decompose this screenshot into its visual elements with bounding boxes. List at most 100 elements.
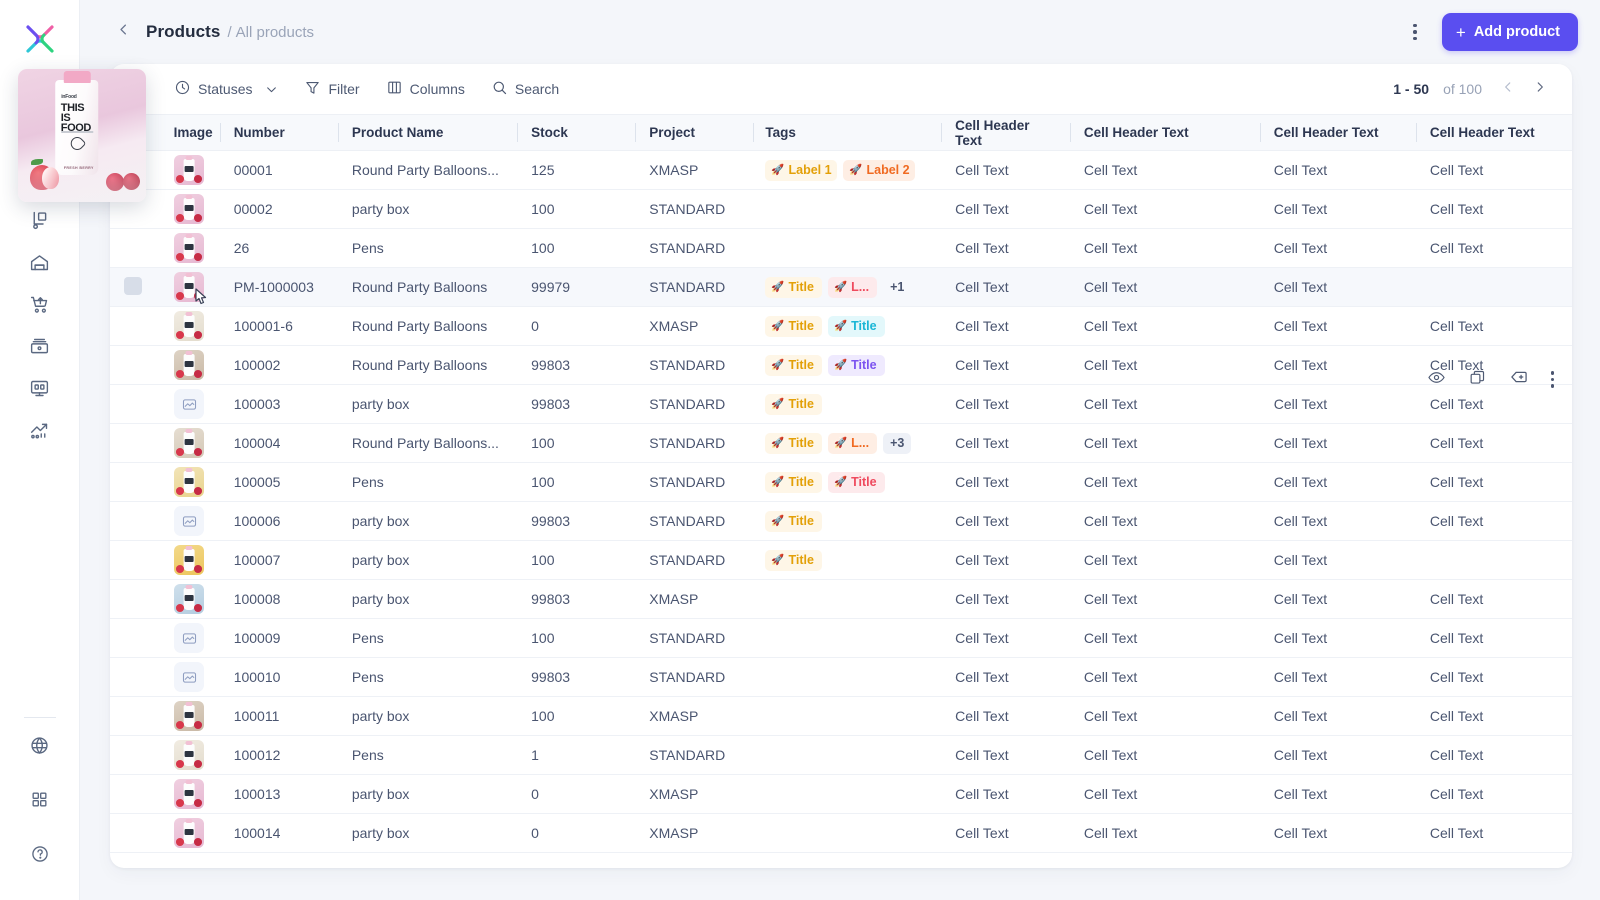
- row-image-cell[interactable]: [159, 736, 220, 775]
- tag-chip[interactable]: 🚀Label 1: [765, 160, 837, 181]
- row-image-cell[interactable]: [159, 541, 220, 580]
- header-cell-4[interactable]: Cell Header Text: [1416, 115, 1572, 151]
- row-tags-cell[interactable]: [753, 775, 941, 814]
- product-thumbnail[interactable]: [174, 194, 204, 224]
- pagination-prev-button[interactable]: [1494, 75, 1522, 103]
- sidebar-item-payments[interactable]: [20, 329, 60, 369]
- row-select-cell[interactable]: [110, 463, 159, 502]
- table-row[interactable]: 100004Round Party Balloons...100STANDARD…: [110, 424, 1572, 463]
- row-select-cell[interactable]: [110, 541, 159, 580]
- table-row[interactable]: 100005Pens100STANDARD🚀Title🚀TitleCell Te…: [110, 463, 1572, 502]
- table-row[interactable]: 100011party box100XMASPCell TextCell Tex…: [110, 697, 1572, 736]
- row-tags-cell[interactable]: [753, 229, 941, 268]
- sidebar-item-warehouse[interactable]: [20, 245, 60, 285]
- tag-chip[interactable]: 🚀Title: [765, 277, 822, 298]
- row-select-cell[interactable]: [110, 307, 159, 346]
- table-row[interactable]: 26Pens100STANDARDCell TextCell TextCell …: [110, 229, 1572, 268]
- header-number[interactable]: Number: [220, 115, 338, 151]
- product-thumbnail[interactable]: [174, 311, 204, 341]
- row-tags-cell[interactable]: 🚀Label 1🚀Label 2: [753, 151, 941, 190]
- row-image-cell[interactable]: [159, 580, 220, 619]
- product-thumbnail[interactable]: [174, 155, 204, 185]
- tags-overflow-count[interactable]: +3: [883, 433, 911, 454]
- row-tags-cell[interactable]: [753, 814, 941, 853]
- tags-overflow-count[interactable]: +1: [883, 277, 911, 298]
- row-image-cell[interactable]: [159, 151, 220, 190]
- tag-chip[interactable]: 🚀Title: [765, 550, 822, 571]
- table-row[interactable]: 00001Round Party Balloons...125XMASP🚀Lab…: [110, 151, 1572, 190]
- pagination-next-button[interactable]: [1526, 75, 1554, 103]
- row-checkbox[interactable]: [124, 277, 142, 295]
- copy-icon[interactable]: [1468, 368, 1487, 392]
- table-row[interactable]: PM-1000003Round Party Balloons99979STAND…: [110, 268, 1572, 307]
- row-image-cell[interactable]: [159, 814, 220, 853]
- statuses-dropdown[interactable]: Statuses: [164, 73, 288, 105]
- tag-chip[interactable]: 🚀Title: [828, 472, 885, 493]
- row-select-cell[interactable]: [110, 580, 159, 619]
- row-tags-cell[interactable]: 🚀Title: [753, 541, 941, 580]
- row-tags-cell[interactable]: 🚀Title 🚀Title: [753, 346, 941, 385]
- product-thumbnail[interactable]: [174, 779, 204, 809]
- header-cell-3[interactable]: Cell Header Text: [1260, 115, 1416, 151]
- header-tags[interactable]: Tags: [753, 115, 941, 151]
- tag-chip[interactable]: 🚀L...: [828, 277, 877, 298]
- header-cell-1[interactable]: Cell Header Text: [941, 115, 1070, 151]
- table-row[interactable]: 100008party box99803XMASPCell TextCell T…: [110, 580, 1572, 619]
- row-select-cell[interactable]: [110, 658, 159, 697]
- sidebar-item-apps[interactable]: [20, 782, 60, 822]
- row-tags-cell[interactable]: [753, 190, 941, 229]
- tag-chip[interactable]: 🚀Title: [765, 355, 822, 376]
- row-image-cell[interactable]: [159, 775, 220, 814]
- row-image-cell[interactable]: [159, 658, 220, 697]
- product-thumbnail[interactable]: [174, 350, 204, 380]
- header-image[interactable]: Image: [159, 115, 220, 151]
- row-image-cell[interactable]: [159, 229, 220, 268]
- row-image-cell[interactable]: [159, 463, 220, 502]
- row-image-cell[interactable]: [159, 619, 220, 658]
- table-row[interactable]: 100010Pens99803STANDARDCell TextCell Tex…: [110, 658, 1572, 697]
- product-thumbnail[interactable]: [174, 818, 204, 848]
- eye-icon[interactable]: [1427, 368, 1446, 392]
- product-thumbnail[interactable]: [174, 467, 204, 497]
- row-select-cell[interactable]: [110, 736, 159, 775]
- row-tags-cell[interactable]: [753, 658, 941, 697]
- table-row[interactable]: 100012Pens1STANDARDCell TextCell TextCel…: [110, 736, 1572, 775]
- row-select-cell[interactable]: [110, 814, 159, 853]
- product-thumbnail[interactable]: [174, 701, 204, 731]
- table-row[interactable]: 100007party box100STANDARD🚀TitleCell Tex…: [110, 541, 1572, 580]
- table-row[interactable]: 100001-6Round Party Balloons0XMASP🚀Title…: [110, 307, 1572, 346]
- row-image-cell[interactable]: [159, 268, 220, 307]
- row-tags-cell[interactable]: [753, 619, 941, 658]
- vertical-dots-icon[interactable]: [1551, 371, 1555, 388]
- row-image-cell[interactable]: [159, 190, 220, 229]
- row-tags-cell[interactable]: 🚀Title🚀Title: [753, 463, 941, 502]
- tag-plus-icon[interactable]: [1509, 367, 1529, 392]
- row-image-cell[interactable]: [159, 424, 220, 463]
- row-tags-cell[interactable]: [753, 580, 941, 619]
- sidebar-item-help[interactable]: [20, 836, 60, 876]
- search-button[interactable]: Search: [481, 73, 569, 105]
- tag-chip[interactable]: 🚀L...: [828, 433, 877, 454]
- row-tags-cell[interactable]: 🚀Title 🚀L... +1: [753, 268, 941, 307]
- sidebar-item-logistics[interactable]: [20, 203, 60, 243]
- row-tags-cell[interactable]: 🚀Title🚀L...+3: [753, 424, 941, 463]
- row-select-cell[interactable]: [110, 229, 159, 268]
- row-image-cell[interactable]: [159, 346, 220, 385]
- row-image-cell[interactable]: [159, 385, 220, 424]
- table-row[interactable]: 00002party box100STANDARDCell TextCell T…: [110, 190, 1572, 229]
- table-row[interactable]: 100002Round Party Balloons99803STANDARD🚀…: [110, 346, 1572, 385]
- header-more-button[interactable]: [1400, 17, 1430, 47]
- tag-chip[interactable]: 🚀Title: [828, 355, 885, 376]
- row-image-cell[interactable]: [159, 307, 220, 346]
- columns-button[interactable]: Columns: [376, 73, 475, 105]
- header-cell-2[interactable]: Cell Header Text: [1070, 115, 1260, 151]
- tag-chip[interactable]: 🚀Title: [765, 394, 822, 415]
- product-thumbnail[interactable]: [174, 584, 204, 614]
- table-row[interactable]: 100013party box0XMASPCell TextCell TextC…: [110, 775, 1572, 814]
- row-select-cell[interactable]: [110, 697, 159, 736]
- add-product-button[interactable]: + Add product: [1442, 13, 1578, 51]
- product-thumbnail[interactable]: [174, 740, 204, 770]
- header-stock[interactable]: Stock: [517, 115, 635, 151]
- tag-chip[interactable]: 🚀Title: [765, 511, 822, 532]
- back-button[interactable]: [110, 19, 136, 45]
